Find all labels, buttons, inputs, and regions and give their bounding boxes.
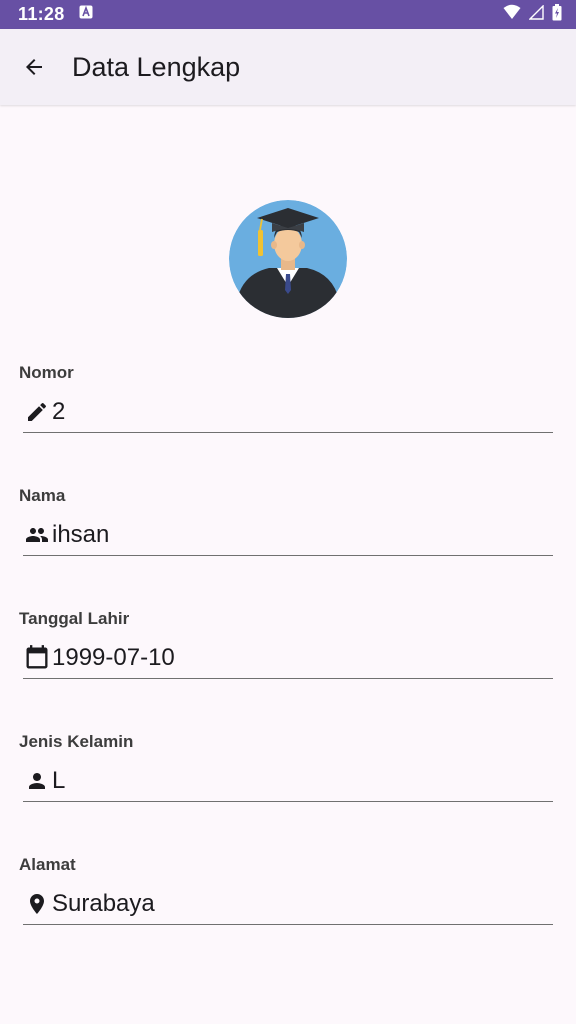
nama-field[interactable]: ihsan: [23, 514, 553, 556]
location-pin-icon: [23, 890, 51, 918]
alamat-field[interactable]: Surabaya: [23, 883, 553, 925]
field-label-nama: Nama: [19, 486, 66, 505]
nama-value: ihsan: [52, 520, 110, 548]
field-label-tanggal-lahir: Tanggal Lahir: [19, 609, 130, 628]
field-label-alamat: Alamat: [19, 855, 76, 874]
alamat-value: Surabaya: [52, 889, 155, 917]
app-bar: Data Lengkap: [0, 29, 576, 105]
person-icon: [23, 767, 51, 795]
signal-icon: [528, 3, 544, 25]
jenis-kelamin-value: L: [52, 766, 66, 794]
field-label-nomor: Nomor: [19, 363, 74, 382]
calendar-icon: [23, 644, 51, 672]
jenis-kelamin-field[interactable]: L: [23, 760, 553, 802]
field-label-jenis-kelamin: Jenis Kelamin: [19, 732, 134, 751]
nomor-field[interactable]: 2: [23, 391, 553, 433]
status-time: 11:28: [18, 4, 65, 24]
notification-a-icon: [79, 5, 93, 24]
status-bar: 11:28: [0, 0, 576, 29]
people-icon: [23, 521, 51, 549]
back-button[interactable]: [10, 43, 58, 91]
battery-charging-icon: [552, 3, 562, 26]
wifi-icon: [503, 4, 521, 25]
avatar: [229, 200, 347, 318]
nomor-value: 2: [52, 397, 66, 425]
tanggal-lahir-field[interactable]: 1999-07-10: [23, 637, 553, 679]
arrow-back-icon: [26, 59, 42, 75]
page-title: Data Lengkap: [72, 51, 241, 82]
pencil-icon: [23, 398, 51, 426]
tanggal-lahir-value: 1999-07-10: [52, 643, 175, 671]
